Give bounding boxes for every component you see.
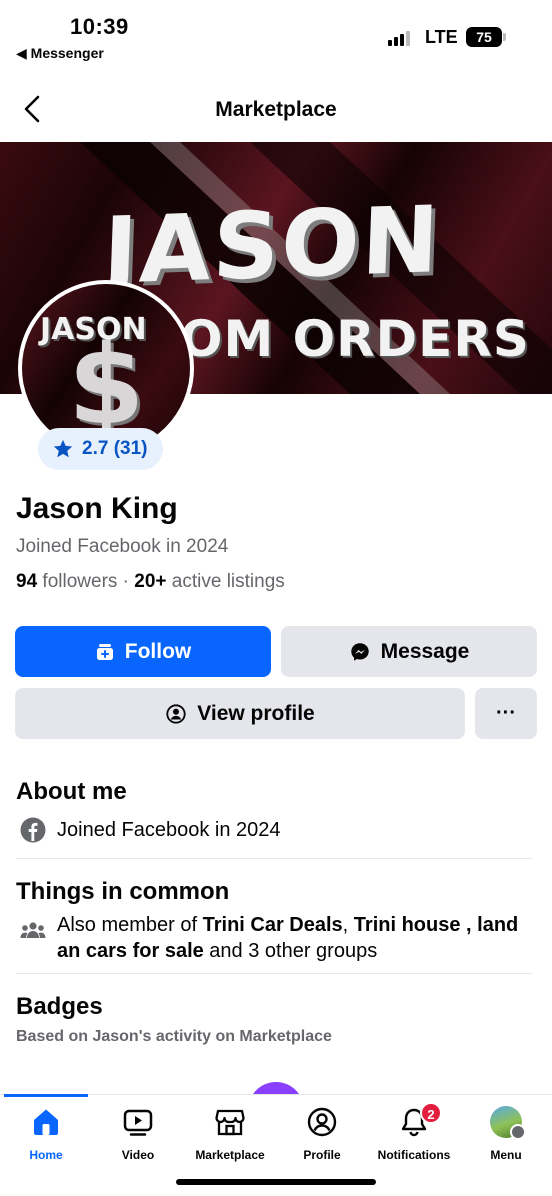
- video-icon: [123, 1109, 153, 1136]
- about-me-heading: About me: [16, 778, 127, 805]
- messenger-icon: [350, 642, 369, 661]
- home-icon: [34, 1109, 58, 1135]
- more-icon: ···: [496, 702, 516, 724]
- tab-label-notifications: Notifications: [377, 1148, 451, 1162]
- menu-hamburger-icon: [510, 1124, 526, 1140]
- badges-heading: Badges: [16, 993, 103, 1020]
- network-type: LTE: [425, 27, 458, 47]
- listings-count: 20+: [134, 571, 167, 592]
- cellular-signal-icon: [388, 30, 414, 46]
- joined-date: Joined Facebook in 2024: [16, 536, 229, 557]
- more-options-button[interactable]: ···: [475, 688, 537, 739]
- message-label: Message: [380, 639, 470, 663]
- message-button[interactable]: Message: [281, 626, 537, 677]
- tab-notifications[interactable]: 2 Notifications: [368, 1102, 460, 1162]
- view-profile-label: View profile: [197, 701, 315, 725]
- facebook-icon: [20, 817, 46, 843]
- tab-home[interactable]: Home: [0, 1106, 92, 1162]
- common-prefix: Also member of: [57, 914, 203, 936]
- divider: [16, 858, 532, 859]
- avatar-image: JASON $: [22, 284, 190, 452]
- followers-count: 94: [16, 571, 38, 592]
- tab-label-menu: Menu: [490, 1148, 522, 1162]
- battery-tip: [503, 33, 506, 41]
- group-link-trini-car-deals[interactable]: Trini Car Deals: [203, 914, 343, 936]
- user-circle-icon: [166, 703, 186, 724]
- seller-name: Jason King: [16, 492, 178, 525]
- rating-badge[interactable]: 2.7 (31): [38, 428, 164, 470]
- tab-menu[interactable]: Menu: [460, 1106, 552, 1162]
- status-time: 10:39: [70, 14, 129, 39]
- follow-button[interactable]: Follow: [15, 626, 271, 677]
- about-joined: Joined Facebook in 2024: [57, 819, 281, 841]
- divider: [16, 973, 532, 974]
- tab-label-video: Video: [121, 1148, 155, 1162]
- status-bar: 10:39 ◀ Messenger LTE 75: [0, 0, 552, 70]
- tab-label-profile: Profile: [303, 1148, 341, 1162]
- storefront-icon: [215, 1109, 245, 1136]
- tab-marketplace[interactable]: Marketplace: [184, 1106, 276, 1162]
- tab-video[interactable]: Video: [92, 1106, 184, 1162]
- common-groups-text: Also member of Trini Car Deals, Trini ho…: [57, 912, 537, 964]
- view-profile-button[interactable]: View profile: [15, 688, 465, 739]
- star-icon: [53, 439, 73, 458]
- listings-label: active listings: [166, 571, 285, 592]
- notification-count-badge: 2: [420, 1102, 442, 1124]
- common-suffix: and 3 other groups: [203, 940, 378, 962]
- follow-icon: [96, 643, 113, 660]
- tab-label-home: Home: [29, 1148, 63, 1162]
- active-tab-indicator: [4, 1094, 88, 1097]
- page-title: Marketplace: [215, 98, 337, 121]
- home-indicator: [176, 1179, 376, 1185]
- things-in-common-heading: Things in common: [16, 878, 230, 905]
- menu-avatar-icon: [490, 1106, 526, 1140]
- cover-subtitle: OM ORDERS: [180, 310, 530, 368]
- common-separator: ,: [342, 914, 354, 936]
- seller-stats: 94 followers · 20+ active listings: [16, 571, 285, 593]
- groups-icon: [20, 922, 46, 938]
- badges-subtitle: Based on Jason's activity on Marketplace: [16, 1028, 332, 1045]
- tab-label-marketplace: Marketplace: [195, 1148, 265, 1162]
- nav-header: Marketplace: [0, 78, 552, 140]
- tab-profile[interactable]: Profile: [276, 1106, 368, 1162]
- battery-icon: 75: [466, 27, 502, 47]
- dollar-sign-logo: $: [68, 321, 145, 449]
- followers-label: followers ·: [37, 571, 135, 592]
- follow-label: Follow: [124, 639, 192, 663]
- profile-icon: [307, 1107, 337, 1137]
- rating-label: 2.7 (31): [82, 438, 148, 459]
- back-to-messenger-link[interactable]: ◀ Messenger: [16, 45, 104, 62]
